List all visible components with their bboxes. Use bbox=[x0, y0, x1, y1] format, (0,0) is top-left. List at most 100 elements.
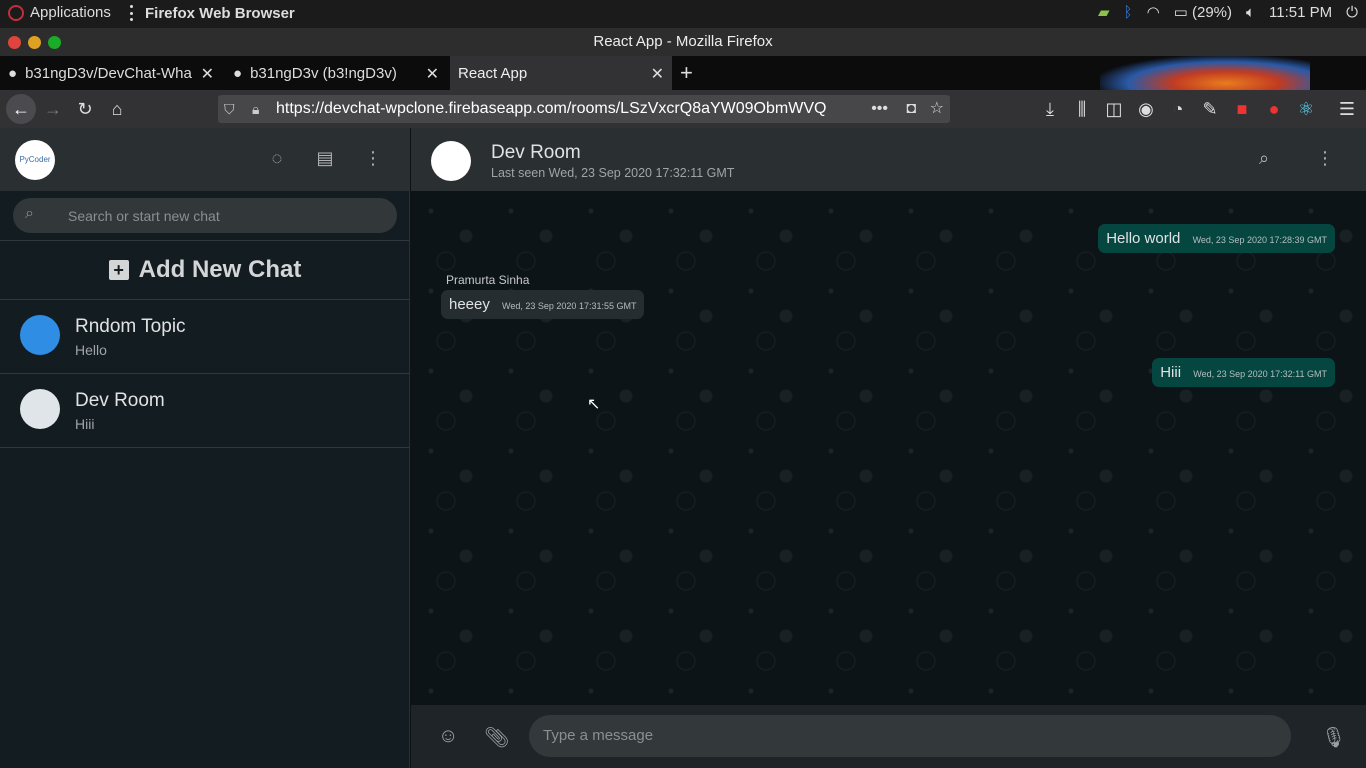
menu-dots-icon[interactable]: ⋮ bbox=[1316, 148, 1334, 169]
extension-icon[interactable]: ◔ bbox=[1165, 96, 1191, 122]
close-tab-icon[interactable]: ✕ bbox=[651, 64, 664, 84]
message-time: Wed, 23 Sep 2020 17:32:11 GMT bbox=[1193, 369, 1327, 379]
attach-icon[interactable]: 📎︎ bbox=[484, 725, 509, 750]
add-new-chat-label: Add New Chat bbox=[138, 256, 302, 283]
maximize-window-icon[interactable] bbox=[48, 36, 61, 49]
bluetooth-icon[interactable]: ᛒ bbox=[1124, 4, 1133, 21]
message-bubble-incoming: heeey Wed, 23 Sep 2020 17:31:55 GMT bbox=[441, 290, 645, 319]
lock-icon[interactable]: 🔒︎ bbox=[252, 95, 259, 123]
tab-strip: ● b31ngD3v/DevChat-Wha ✕ ● b31ngD3v (b3!… bbox=[0, 56, 1366, 90]
tab-label: React App bbox=[458, 64, 528, 82]
chat-header: Dev Room Last seen Wed, 23 Sep 2020 17:3… bbox=[411, 128, 1366, 191]
add-new-chat-button[interactable]: + Add New Chat bbox=[0, 240, 410, 300]
user-avatar[interactable]: PyCoder bbox=[15, 140, 55, 180]
add-chat-icon: + bbox=[108, 260, 129, 280]
room-avatar[interactable] bbox=[431, 141, 471, 181]
last-seen: Last seen Wed, 23 Sep 2020 17:32:11 GMT bbox=[491, 166, 735, 180]
chat-name: Rndom Topic bbox=[75, 316, 186, 337]
react-devtools-icon[interactable]: ⚛ bbox=[1293, 96, 1319, 122]
home-icon[interactable]: ⌂ bbox=[104, 96, 130, 122]
menu-dots-icon[interactable]: ⋮ bbox=[361, 146, 385, 170]
message-input[interactable]: Type a message bbox=[529, 715, 1291, 757]
applications-label: Applications bbox=[30, 4, 111, 21]
microphone-icon[interactable]: 🎙︎ bbox=[1321, 725, 1346, 750]
chat-list-item[interactable]: Dev Room Hiii bbox=[0, 374, 410, 448]
room-avatar bbox=[20, 315, 60, 355]
firefox-theme-art bbox=[1100, 56, 1310, 90]
close-tab-icon[interactable]: ✕ bbox=[201, 64, 214, 84]
bookmark-star-icon[interactable]: ☆ bbox=[930, 95, 944, 123]
os-top-bar: Applications Firefox Web Browser ▰ ᛒ ◠ ▭… bbox=[0, 0, 1366, 28]
github-icon: ● bbox=[8, 64, 18, 82]
message-time: Wed, 23 Sep 2020 17:28:39 GMT bbox=[1192, 235, 1327, 245]
window-title: React App - Mozilla Firefox bbox=[0, 28, 1366, 56]
extension-icon[interactable]: ■ bbox=[1229, 96, 1255, 122]
github-icon: ● bbox=[233, 64, 243, 82]
tab-devchat[interactable]: ● b31ngD3v/DevChat-Wha ✕ bbox=[0, 56, 222, 90]
extension-icon[interactable]: ● bbox=[1261, 96, 1287, 122]
chat-last-message: Hiii bbox=[75, 416, 95, 432]
search-bar[interactable]: ⌕ Search or start new chat bbox=[13, 198, 397, 233]
sidebar-toggle-icon[interactable]: ◫ bbox=[1101, 96, 1127, 122]
close-window-icon[interactable] bbox=[8, 36, 21, 49]
tab-label: b31ngD3v (b3!ngD3v) bbox=[250, 64, 397, 82]
chat-sidebar: PyCoder ◌ ▤ ⋮ ⌕ Search or start new chat… bbox=[0, 128, 410, 768]
chat-list-item[interactable]: Rndom Topic Hello bbox=[0, 300, 410, 374]
downloads-icon[interactable]: ⤓ bbox=[1037, 96, 1063, 122]
clock[interactable]: 11:51 PM bbox=[1269, 4, 1332, 21]
tab-react-app[interactable]: React App ✕ bbox=[450, 56, 672, 90]
sidebar-header: PyCoder ◌ ▤ ⋮ bbox=[0, 128, 410, 191]
new-tab-icon[interactable]: + bbox=[680, 60, 693, 86]
battery-icon[interactable]: ▭ (29%) bbox=[1174, 3, 1232, 21]
message-bubble-outgoing: Hiii Wed, 23 Sep 2020 17:32:11 GMT bbox=[1152, 358, 1335, 387]
debian-logo-icon bbox=[8, 4, 24, 21]
status-icon[interactable]: ◌ bbox=[265, 146, 289, 170]
power-icon[interactable]: ⏻ bbox=[1346, 4, 1358, 21]
chat-name: Dev Room bbox=[75, 390, 165, 411]
message-sender: Pramurta Sinha bbox=[446, 273, 530, 287]
network-icon[interactable]: ▰ bbox=[1098, 3, 1110, 21]
window-controls bbox=[8, 36, 61, 49]
shield-icon[interactable]: ⛉ bbox=[224, 95, 235, 123]
message-area: Hello world Wed, 23 Sep 2020 17:28:39 GM… bbox=[411, 191, 1366, 705]
message-composer: ☺ 📎︎ Type a message 🎙︎ bbox=[411, 705, 1366, 768]
message-text: Hiii bbox=[1160, 364, 1182, 381]
navigation-bar: ← → ↻ ⌂ ⛉ 🔒︎ https://devchat-wpclone.fir… bbox=[0, 90, 1366, 128]
new-chat-icon[interactable]: ▤ bbox=[313, 146, 337, 170]
battery-level: (29%) bbox=[1192, 4, 1233, 21]
tab-label: b31ngD3v/DevChat-Wha bbox=[25, 64, 192, 82]
url-text: https://devchat-wpclone.firebaseapp.com/… bbox=[276, 100, 827, 117]
room-avatar bbox=[20, 389, 60, 429]
emoji-icon[interactable]: ☺ bbox=[438, 725, 458, 748]
search-icon: ⌕ bbox=[25, 205, 34, 222]
close-tab-icon[interactable]: ✕ bbox=[426, 64, 439, 84]
tab-github-profile[interactable]: ● b31ngD3v (b3!ngD3v) ✕ bbox=[225, 56, 447, 90]
chat-last-message: Hello bbox=[75, 342, 107, 358]
room-name: Dev Room bbox=[491, 142, 581, 163]
hamburger-menu-icon[interactable]: ☰ bbox=[1334, 96, 1360, 122]
forward-icon[interactable]: → bbox=[40, 96, 66, 122]
wifi-icon[interactable]: ◠ bbox=[1147, 3, 1160, 21]
applications-menu[interactable]: Applications bbox=[8, 4, 111, 21]
search-input[interactable]: Search or start new chat bbox=[68, 208, 220, 224]
search-icon[interactable]: ⌕ bbox=[1259, 148, 1269, 169]
account-icon[interactable]: ◉ bbox=[1133, 96, 1159, 122]
active-app-label: Firefox Web Browser bbox=[145, 5, 295, 22]
url-bar[interactable]: ⛉ 🔒︎ https://devchat-wpclone.firebaseapp… bbox=[218, 95, 950, 123]
mouse-cursor-icon: ↖ bbox=[587, 396, 601, 413]
chat-panel: Dev Room Last seen Wed, 23 Sep 2020 17:3… bbox=[411, 128, 1366, 768]
back-icon[interactable]: ← bbox=[6, 94, 36, 124]
reload-icon[interactable]: ↻ bbox=[72, 96, 98, 122]
pocket-icon[interactable]: ◘ bbox=[906, 95, 916, 123]
extension-icon[interactable]: ✎ bbox=[1197, 96, 1223, 122]
minimize-window-icon[interactable] bbox=[28, 36, 41, 49]
message-bubble-outgoing: Hello world Wed, 23 Sep 2020 17:28:39 GM… bbox=[1098, 224, 1335, 253]
message-text: Hello world bbox=[1106, 230, 1181, 247]
message-time: Wed, 23 Sep 2020 17:31:55 GMT bbox=[502, 301, 637, 311]
message-text: heeey bbox=[449, 296, 490, 313]
app-menu-dots-icon[interactable] bbox=[129, 5, 133, 21]
system-tray: ▰ ᛒ ◠ ▭ (29%) 🔈︎ 11:51 PM ⏻ bbox=[1098, 3, 1358, 22]
library-icon[interactable]: ⫼ bbox=[1069, 96, 1095, 122]
volume-icon[interactable]: 🔈︎ bbox=[1246, 4, 1255, 21]
page-actions-icon[interactable]: ••• bbox=[871, 95, 888, 123]
